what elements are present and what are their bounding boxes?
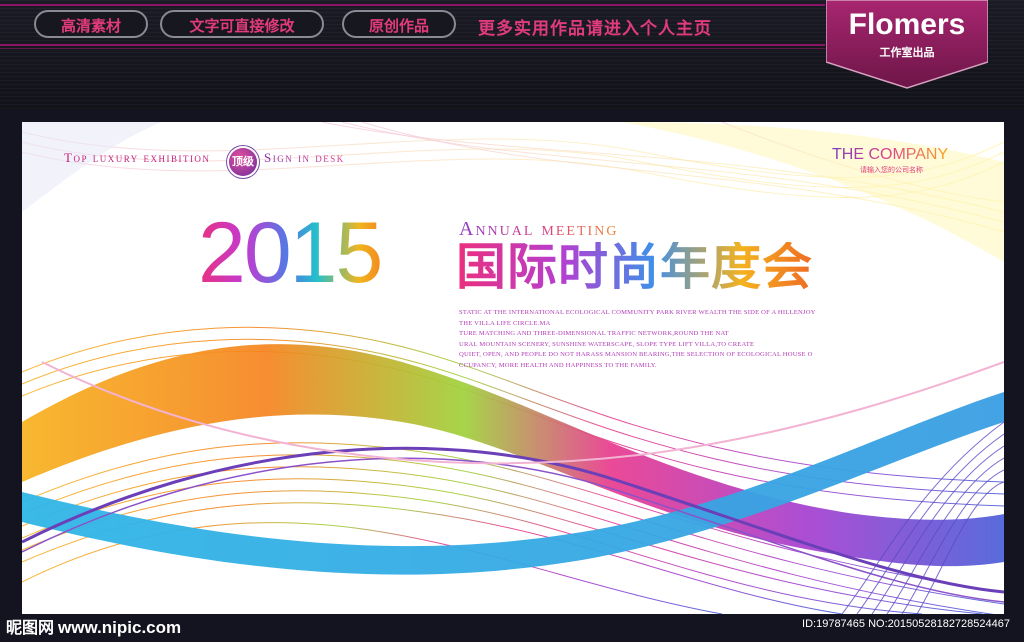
brand-name: Flomers [848, 8, 966, 41]
description-line: TURE MATCHING AND THREE-DIMENSIONAL TRAF… [459, 330, 729, 337]
description-line: STATIC AT THE INTERNATIONAL ECOLOGICAL C… [459, 309, 816, 316]
poster-board: Top luxury exhibition 顶级 Sign in desk TH… [22, 122, 1004, 614]
image-id-text: ID:19787465 NO:20150528182728524467 [802, 618, 1010, 630]
promo-link[interactable]: 更多实用作品请进入个人主页 [478, 14, 712, 39]
top-stripe [0, 4, 825, 6]
event-title-cn: 国际时尚年度会 [456, 238, 813, 296]
tagline-top-luxury: Top luxury exhibition [64, 150, 211, 165]
pill-editable-text[interactable]: 文字可直接修改 [160, 10, 324, 38]
brand-subtitle: 工作室出品 [879, 46, 935, 59]
top-banner: 高清素材 文字可直接修改 原创作品 更多实用作品请进入个人主页 Flomers … [0, 0, 1024, 110]
pill-original-work[interactable]: 原创作品 [342, 10, 456, 38]
year-heading: 2015 [198, 205, 383, 301]
description-line: CCUPANCY, MORE HEALTH AND HAPPINESS TO T… [459, 361, 657, 369]
site-url: www.nipic.com [58, 618, 182, 637]
bottom-stripe [0, 44, 825, 46]
pill-hd-material[interactable]: 高清素材 [34, 10, 148, 38]
bottom-stripe-thin [0, 48, 825, 49]
brand-badge[interactable]: Flomers 工作室出品 [826, 0, 988, 89]
description-line: URAL MOUNTAIN SCENERY, SUNSHINE WATERSCA… [459, 340, 755, 348]
premium-badge: 顶级 [229, 148, 257, 176]
description-line: THE VILLA LIFE CIRCLE.MA [459, 319, 551, 327]
description-line: QUIET, OPEN, AND PEOPLE DO NOT HARASS MA… [459, 351, 813, 358]
site-name-cn: 昵图网 [6, 618, 55, 637]
site-watermark: 昵图网 www.nipic.com [6, 614, 181, 638]
description-paragraph: STATIC AT THE INTERNATIONAL ECOLOGICAL C… [459, 308, 839, 371]
company-name-hint: 请输入您的公司名称 [860, 166, 923, 174]
company-name: THE COMPANY [832, 146, 949, 163]
tagline-sign-in-desk: Sign in desk [264, 150, 345, 165]
